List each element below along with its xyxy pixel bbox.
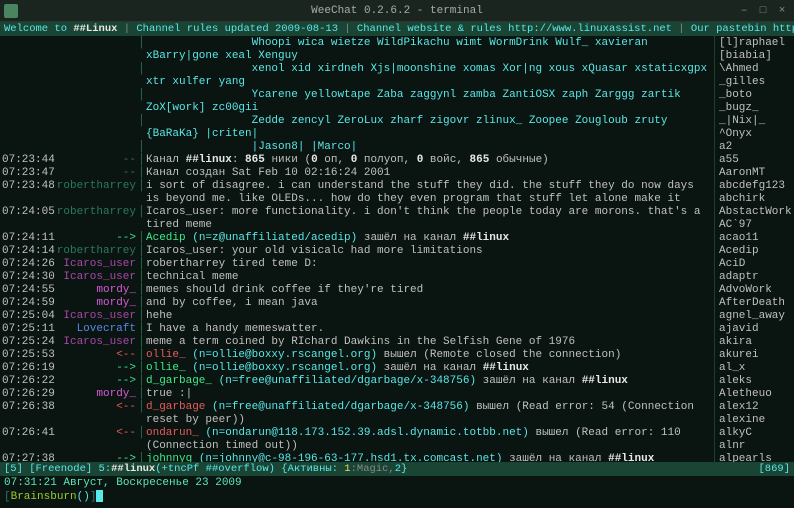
nick-item[interactable]: [biabia] (719, 50, 790, 63)
window-controls: – □ × (736, 4, 790, 18)
chat-line: 07:25:53<-- │ ollie_ (n=ollie@boxxy.rsca… (2, 349, 712, 362)
chat-line: 07:26:19--> │ ollie_ (n=ollie@boxxy.rsca… (2, 362, 712, 375)
status-channel: ##linux (111, 463, 155, 475)
main-area: │ Whoopi wica wietze WildPikachu wimt Wo… (0, 36, 794, 462)
nick-item[interactable]: Acedip (719, 245, 790, 258)
window-title: WeeChat 0.2.6.2 - terminal (311, 5, 483, 17)
nick-item[interactable]: AciD (719, 258, 790, 271)
chat-line: 07:25:11Lovecraft │ I have a handy memes… (2, 323, 712, 336)
chat-line: 07:24:59mordy_ │ and by coffee, i mean j… (2, 297, 712, 310)
close-button[interactable]: × (774, 4, 790, 18)
nick-item[interactable]: alkyC (719, 427, 790, 440)
chat-line: 07:26:22--> │ d_garbage_ (n=free@unaffil… (2, 375, 712, 388)
chat-line: 07:24:05robertharrey │ Icaros_user: more… (2, 206, 712, 232)
date-line: 07:31:21 Август, Воскресенье 23 2009 (0, 476, 794, 490)
chat-line: 07:27:38--> │ johnnyg (n=johnny@c-98-196… (2, 453, 712, 462)
window-titlebar: WeeChat 0.2.6.2 - terminal – □ × (0, 0, 794, 22)
status-modes: (+tncPf ##overflow) (155, 463, 275, 475)
chat-line: 07:24:11--> │ Acedip (n=z@unaffiliated/a… (2, 232, 712, 245)
nick-item[interactable]: _boto (719, 89, 790, 102)
nick-item[interactable]: acao11 (719, 232, 790, 245)
nick-item[interactable]: alexine (719, 414, 790, 427)
status-nick-count: [869] (758, 463, 790, 475)
maximize-button[interactable]: □ (755, 4, 771, 18)
chat-line: 07:26:41<-- │ ondarun_ (n=ondarun@118.17… (2, 427, 712, 453)
nick-item[interactable]: adaptr (719, 271, 790, 284)
nick-item[interactable]: [l]raphael (719, 37, 790, 50)
nick-item[interactable]: alpearls (719, 453, 790, 462)
nick-item[interactable]: al_x (719, 362, 790, 375)
input-cursor (96, 490, 103, 502)
chat-line: 07:24:55mordy_ │ memes should drink coff… (2, 284, 712, 297)
status-act-name: :Magic, (351, 463, 395, 475)
chat-line: │ Whoopi wica wietze WildPikachu wimt Wo… (2, 37, 712, 63)
nick-item[interactable]: akurei (719, 349, 790, 362)
nick-item[interactable]: AdvoWork (719, 284, 790, 297)
chat-line: 07:23:48robertharrey │ i sort of disagre… (2, 180, 712, 206)
nick-item[interactable]: AfterDeath (719, 297, 790, 310)
nick-item[interactable]: _gilles (719, 76, 790, 89)
nick-item[interactable]: alex12 (719, 401, 790, 414)
nick-item[interactable]: AaronMT (719, 167, 790, 180)
nick-item[interactable]: ajavid (719, 323, 790, 336)
topic-pastebin: Our pastebin http:// (691, 23, 794, 35)
topic-website: Channel website & rules http://www.linux… (357, 23, 672, 35)
input-nick: Brainsburn (11, 490, 77, 504)
nick-item[interactable]: _bugz_ (719, 102, 790, 115)
chat-line: │ xenol xid xirdneh Xjs|moonshine xomas … (2, 63, 712, 89)
input-modes: () (77, 490, 90, 504)
chat-buffer[interactable]: │ Whoopi wica wietze WildPikachu wimt Wo… (0, 36, 714, 462)
nick-item[interactable]: agnel_away (719, 310, 790, 323)
status-active-label: {Активны: (281, 463, 344, 475)
chat-line: 07:24:30Icaros_user │ technical meme (2, 271, 712, 284)
nick-item[interactable]: AbstactWork (719, 206, 790, 219)
nick-item[interactable]: alnr (719, 440, 790, 453)
topic-channel: ##Linux (73, 23, 117, 35)
chat-line: │ Zedde zencyl ZeroLux zharf zigovr zlin… (2, 115, 712, 141)
date-text: 07:31:21 Август, Воскресенье 23 2009 (4, 477, 242, 489)
app-icon (4, 4, 18, 18)
chat-line: 07:25:24Icaros_user │ meme a term coined… (2, 336, 712, 349)
chat-line: 07:26:38<-- │ d_garbage (n=free@unaffili… (2, 401, 712, 427)
chat-line: │ Ycarene yellowtape Zaba zaggynl zamba … (2, 89, 712, 115)
input-bar[interactable]: [Brainsburn()] (0, 490, 794, 504)
nick-item[interactable]: abcdefg123 (719, 180, 790, 193)
chat-line: 07:26:29mordy_ │ true :| (2, 388, 712, 401)
nick-item[interactable]: AC`97 (719, 219, 790, 232)
status-bar: [5] [Freenode] 5:##linux(+tncPf ##overfl… (0, 462, 794, 476)
nick-item[interactable]: _|Nix|_ (719, 115, 790, 128)
chat-line: 07:25:04Icaros_user │ hehe (2, 310, 712, 323)
nick-item[interactable]: a55 (719, 154, 790, 167)
chat-line: 07:23:44-- │ Канал ##linux: 865 ники (0 … (2, 154, 712, 167)
nick-item[interactable]: abchirk (719, 193, 790, 206)
topic-welcome: Welcome to (4, 23, 67, 35)
nick-item[interactable]: \Ahmed (719, 63, 790, 76)
status-buffer-num: [5] [Freenode] 5: (4, 463, 111, 475)
chat-line: │ |Jason8| |Marco| (2, 141, 712, 154)
nick-list[interactable]: [l]raphael[biabia]\Ahmed_gilles_boto_bug… (714, 36, 794, 462)
nick-item[interactable]: ^Onyx (719, 128, 790, 141)
nick-item[interactable]: Aletheuo (719, 388, 790, 401)
nick-item[interactable]: aleks (719, 375, 790, 388)
nick-item[interactable]: akira (719, 336, 790, 349)
channel-topic-bar: Welcome to ##Linux | Channel rules updat… (0, 22, 794, 36)
topic-rules: Channel rules updated 2009-08-13 (136, 23, 338, 35)
minimize-button[interactable]: – (736, 4, 752, 18)
nick-item[interactable]: a2 (719, 141, 790, 154)
chat-line: 07:24:14robertharrey │ Icaros_user: your… (2, 245, 712, 258)
chat-line: 07:24:26Icaros_user │ robertharrey tired… (2, 258, 712, 271)
chat-line: 07:23:47-- │ Канал создан Sat Feb 10 02:… (2, 167, 712, 180)
